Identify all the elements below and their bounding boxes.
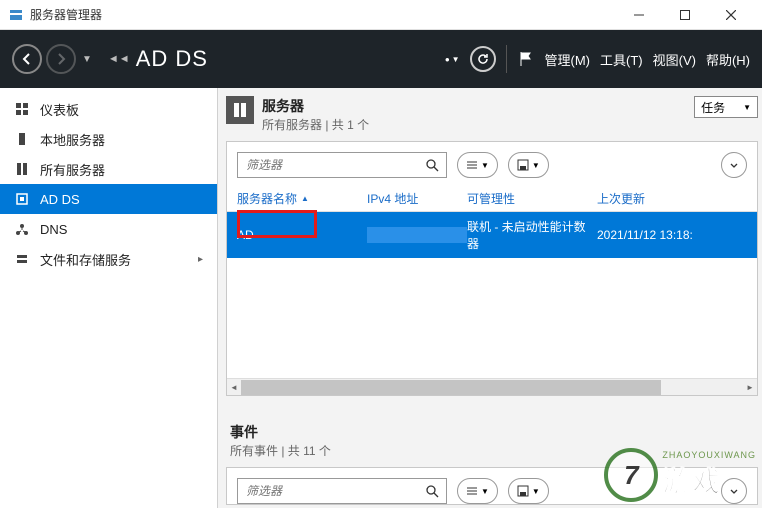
sidebar-item-adds[interactable]: AD DS (0, 184, 217, 214)
sidebar-item-label: 文件和存储服务 (40, 250, 131, 269)
menu-tools[interactable]: 工具(T) (600, 50, 643, 69)
cell-last-update: 2021/11/12 13:18: (597, 228, 747, 242)
refresh-button[interactable] (470, 46, 496, 72)
adds-icon (14, 192, 30, 206)
view-options-button[interactable]: ▼ (457, 152, 498, 178)
sidebar-item-label: AD DS (40, 192, 80, 207)
menu-manage[interactable]: 管理(M) (545, 50, 591, 69)
servers-section-title: 服务器 (262, 96, 694, 116)
storage-icon (14, 252, 30, 266)
server-icon (14, 132, 30, 146)
servers-icon (14, 162, 30, 176)
disk-icon (517, 485, 529, 497)
cell-ipv4 (367, 227, 467, 243)
window-title: 服务器管理器 (30, 6, 616, 23)
servers-panel: ▼ ▼ 服务器名称▲ IPv4 地址 可管理性 上次更新 AD (226, 141, 758, 396)
breadcrumb-current: AD DS (136, 46, 208, 72)
table-row[interactable]: AD 联机 - 未启动性能计数器 2021/11/12 13:18: (227, 212, 757, 258)
forward-button[interactable] (46, 44, 76, 74)
app-icon (8, 7, 24, 23)
main-content: 服务器 所有服务器 | 共 1 个 任务 ▼ ▼ (218, 88, 762, 508)
list-icon (466, 485, 478, 497)
events-search-button[interactable] (418, 479, 446, 503)
caret-down-icon: ▼ (532, 161, 540, 170)
sidebar-item-label: 所有服务器 (40, 160, 105, 179)
events-section-title: 事件 (230, 422, 758, 442)
sidebar: 仪表板 本地服务器 所有服务器 AD DS DNS 文件和存储服务 ▸ (0, 88, 218, 508)
flag-icon[interactable] (517, 50, 535, 68)
events-section-subtitle: 所有事件 | 共 11 个 (230, 442, 758, 459)
menu-view[interactable]: 视图(V) (653, 50, 696, 69)
scroll-left-arrow[interactable]: ◄ (227, 379, 241, 396)
nav-dot-dropdown[interactable]: •▼ (445, 52, 459, 67)
close-button[interactable] (708, 0, 754, 30)
column-server-name[interactable]: 服务器名称▲ (237, 190, 367, 207)
servers-section-header: 服务器 所有服务器 | 共 1 个 任务 ▼ (226, 96, 758, 133)
caret-down-icon: ▼ (532, 487, 540, 496)
dns-icon (14, 222, 30, 236)
disk-icon (517, 159, 529, 171)
breadcrumb-prefix-icon: ◄◄ (108, 53, 130, 65)
sidebar-item-local-server[interactable]: 本地服务器 (0, 124, 217, 154)
scroll-thumb[interactable] (241, 380, 661, 395)
events-save-options-button[interactable]: ▼ (508, 478, 549, 504)
sidebar-item-dashboard[interactable]: 仪表板 (0, 94, 217, 124)
filter-input[interactable] (238, 158, 418, 172)
sidebar-item-dns[interactable]: DNS (0, 214, 217, 244)
sidebar-item-label: 仪表板 (40, 100, 79, 119)
navigation-bar: ▼ ◄◄ AD DS •▼ 管理(M) 工具(T) 视图(V) 帮助(H) (0, 30, 762, 88)
sidebar-item-label: DNS (40, 222, 67, 237)
sidebar-item-storage[interactable]: 文件和存储服务 ▸ (0, 244, 217, 274)
save-options-button[interactable]: ▼ (508, 152, 549, 178)
menu-help[interactable]: 帮助(H) (706, 50, 750, 69)
divider (506, 45, 507, 73)
title-bar: 服务器管理器 (0, 0, 762, 30)
events-filter-box (237, 478, 447, 504)
search-button[interactable] (418, 153, 446, 177)
sort-indicator-icon: ▲ (301, 194, 309, 203)
tasks-label: 任务 (701, 99, 725, 116)
caret-down-icon: ▼ (743, 103, 751, 112)
tasks-dropdown[interactable]: 任务 ▼ (694, 96, 758, 118)
events-section-header: 事件 所有事件 | 共 11 个 (226, 422, 758, 459)
nav-history-dropdown[interactable]: ▼ (82, 54, 92, 65)
servers-section-subtitle: 所有服务器 | 共 1 个 (262, 116, 694, 133)
sidebar-item-all-servers[interactable]: 所有服务器 (0, 154, 217, 184)
caret-down-icon: ▼ (481, 161, 489, 170)
events-view-options-button[interactable]: ▼ (457, 478, 498, 504)
maximize-button[interactable] (662, 0, 708, 30)
cell-server-name: AD (237, 228, 367, 242)
cell-manageability: 联机 - 未启动性能计数器 (467, 218, 597, 252)
list-icon (466, 159, 478, 171)
dashboard-icon (14, 102, 30, 116)
chevron-right-icon: ▸ (198, 254, 203, 265)
column-last-update[interactable]: 上次更新 (597, 190, 747, 207)
sidebar-item-label: 本地服务器 (40, 130, 105, 149)
caret-down-icon: ▼ (481, 487, 489, 496)
horizontal-scrollbar[interactable]: ◄ ► (227, 378, 757, 395)
column-manageability[interactable]: 可管理性 (467, 190, 597, 207)
scroll-right-arrow[interactable]: ► (743, 379, 757, 396)
grid-header: 服务器名称▲ IPv4 地址 可管理性 上次更新 (227, 186, 757, 212)
servers-section-icon (226, 96, 254, 124)
filter-box (237, 152, 447, 178)
expand-panel-button[interactable] (721, 152, 747, 178)
events-panel: ▼ ▼ (226, 467, 758, 505)
events-filter-input[interactable] (238, 484, 418, 498)
minimize-button[interactable] (616, 0, 662, 30)
column-ipv4[interactable]: IPv4 地址 (367, 190, 467, 207)
back-button[interactable] (12, 44, 42, 74)
events-expand-panel-button[interactable] (721, 478, 747, 504)
